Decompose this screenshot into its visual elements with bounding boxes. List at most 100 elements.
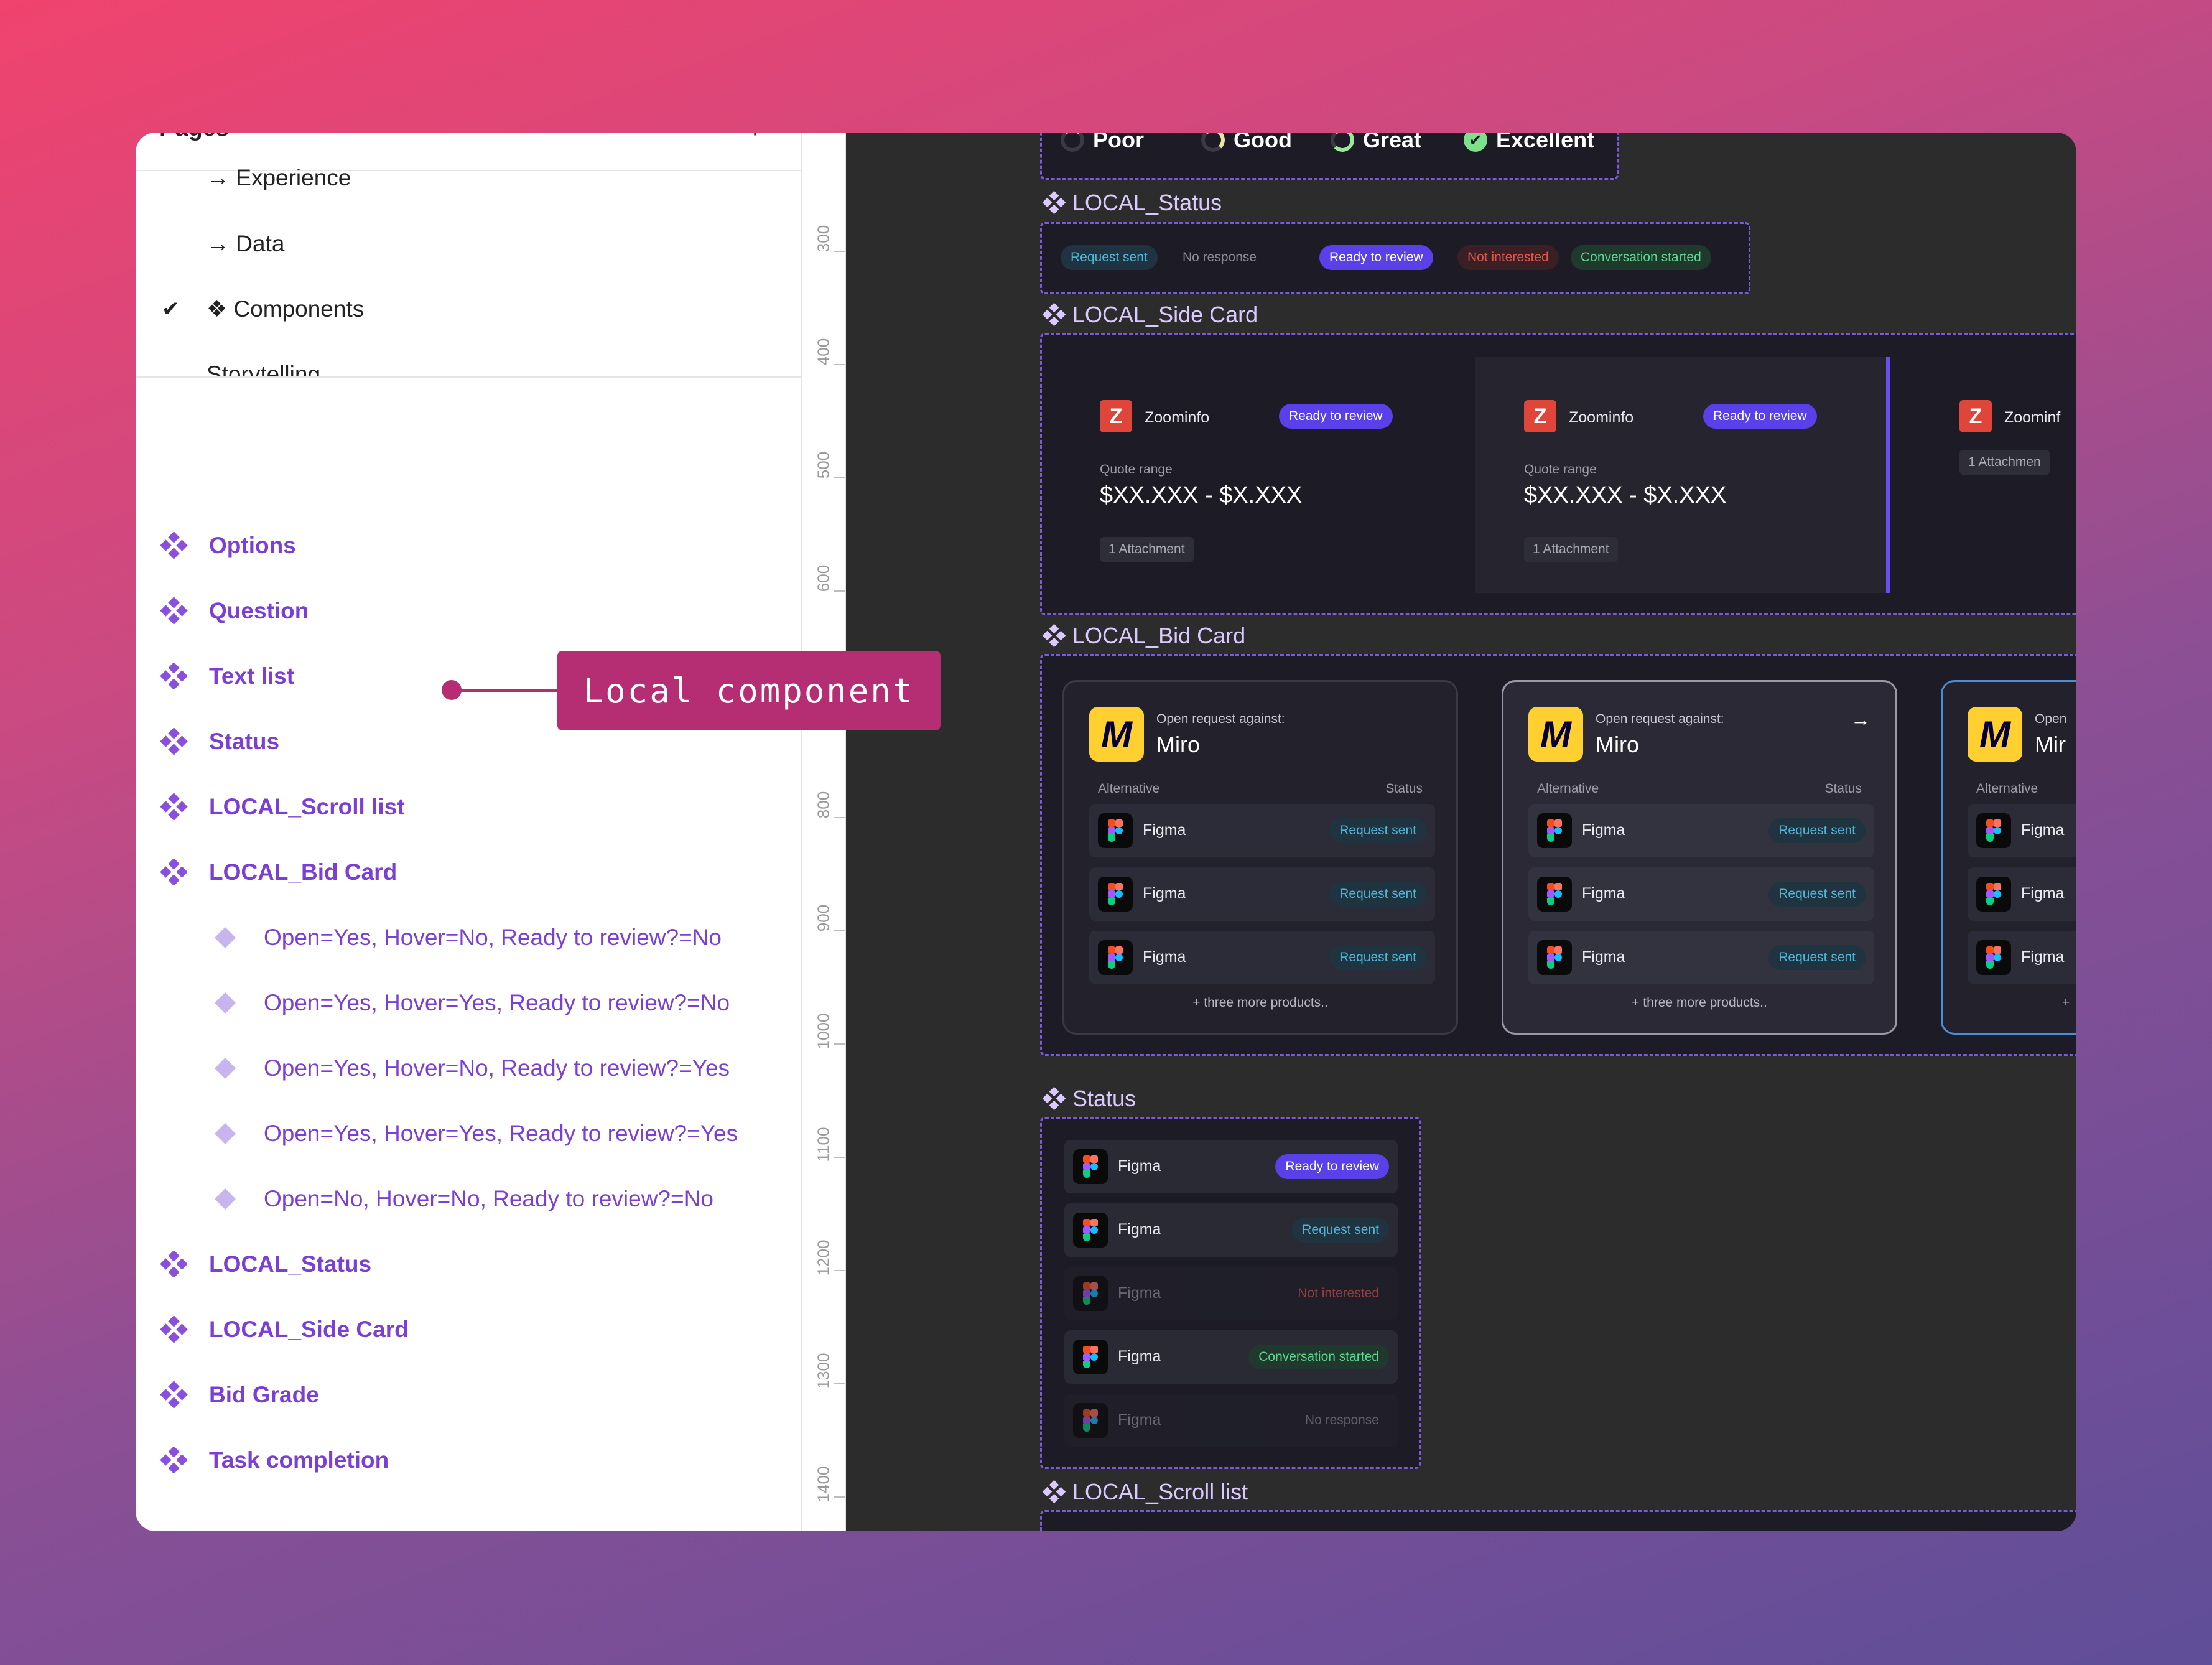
- ruler-tick: [834, 930, 845, 931]
- layer-item-local-status[interactable]: LOCAL_Status: [160, 1246, 371, 1283]
- layer-item-local-side-card[interactable]: LOCAL_Side Card: [160, 1311, 409, 1348]
- quote-label: Quote range: [1100, 462, 1173, 477]
- add-page-button[interactable]: +: [747, 133, 763, 144]
- design-canvas[interactable]: Poor Good Great ✔ Excellent LOCAL_Status …: [846, 133, 2076, 1531]
- status-frame[interactable]: Figma Ready to review Figma Request sent…: [1040, 1117, 1421, 1469]
- layer-item-task-completion[interactable]: Task completion: [160, 1442, 389, 1479]
- bid-grade-frame[interactable]: Poor Good Great ✔ Excellent: [1040, 133, 1619, 180]
- more-products-link[interactable]: + three more products..: [1503, 996, 1895, 1010]
- alternative-name: Figma: [1143, 885, 1186, 902]
- local-status-frame[interactable]: Request sent No response Ready to review…: [1040, 222, 1750, 294]
- status-pill: Request sent: [1768, 945, 1866, 970]
- status-pill: No response: [1304, 1413, 1379, 1427]
- status-pill: Request sent: [1768, 818, 1866, 843]
- status-row[interactable]: Figma Conversation started: [1064, 1330, 1398, 1384]
- layer-item-status[interactable]: Status: [160, 723, 279, 760]
- page-item-storytelling[interactable]: Storytelling: [207, 361, 320, 376]
- selection-bar: [1886, 357, 1890, 593]
- status-pill: Conversation started: [1571, 245, 1711, 270]
- page-item-experience[interactable]: → Experience: [207, 165, 351, 191]
- scroll-list-frame[interactable]: [1040, 1510, 2076, 1531]
- side-card-hover[interactable]: Z Zoominfo Ready to review Quote range $…: [1475, 357, 1890, 593]
- figma-logo-icon: [1537, 877, 1572, 912]
- arrow-right-icon[interactable]: →: [1851, 708, 1870, 731]
- column-header-alternative: Alternative: [1098, 781, 1160, 796]
- alternative-name: Figma: [1118, 1348, 1161, 1365]
- alternative-name: Figma: [1118, 1284, 1161, 1302]
- alternative-row[interactable]: Figma Request sent: [1089, 931, 1435, 984]
- alternative-row[interactable]: Figma: [1968, 867, 2076, 921]
- more-products-link[interactable]: + three more products..: [1064, 996, 1456, 1010]
- frame-label-local-status[interactable]: LOCAL_Status: [1042, 190, 1222, 216]
- frame-label-local-bid-card[interactable]: LOCAL_Bid Card: [1042, 623, 1245, 649]
- status-pill: Not interested: [1457, 245, 1559, 270]
- alternative-row[interactable]: Figma Request sent: [1528, 804, 1874, 857]
- ruler-label: 1000: [814, 1013, 833, 1050]
- layer-item-options[interactable]: Options: [160, 527, 296, 564]
- variant-item[interactable]: Open=Yes, Hover=No, Ready to review?=No: [213, 919, 722, 956]
- layer-label: Text list: [209, 663, 295, 689]
- layer-item-local-bid-card[interactable]: LOCAL_Bid Card: [160, 854, 397, 891]
- more-products-link[interactable]: +: [2062, 996, 2070, 1010]
- ruler-tick: [834, 1383, 845, 1384]
- open-request-label: Open: [2035, 712, 2067, 726]
- component-icon: [160, 597, 188, 625]
- variant-icon: [215, 1058, 236, 1079]
- alternative-name: Figma: [1143, 821, 1186, 839]
- ruler-label: 1200: [814, 1239, 833, 1276]
- side-card-partial[interactable]: Z Zoominf 1 Attachmen: [1911, 357, 2076, 593]
- status-row[interactable]: Figma No response: [1064, 1394, 1398, 1447]
- status-pill: Not interested: [1298, 1286, 1379, 1300]
- layer-item-text-list[interactable]: Text list: [160, 658, 295, 695]
- frame-label-local-side-card[interactable]: LOCAL_Side Card: [1042, 302, 1258, 328]
- variant-label: Open=Yes, Hover=No, Ready to review?=No: [264, 925, 722, 950]
- layer-label: LOCAL_Scroll list: [209, 794, 405, 819]
- attachment-chip[interactable]: 1 Attachment: [1100, 537, 1194, 562]
- frame-title: Status: [1072, 1086, 1136, 1111]
- alternative-row[interactable]: Figma: [1968, 931, 2076, 984]
- variant-item[interactable]: Open=Yes, Hover=Yes, Ready to review?=Ye…: [213, 1115, 738, 1152]
- variant-item[interactable]: Open=Yes, Hover=Yes, Ready to review?=No: [213, 984, 730, 1022]
- ruler-tick: [834, 1157, 845, 1158]
- frame-label-local-scroll-list[interactable]: LOCAL_Scroll list: [1042, 1479, 1248, 1505]
- frame-label-status[interactable]: Status: [1042, 1086, 1136, 1112]
- column-header-status: Status: [1385, 781, 1423, 796]
- component-icon: [1042, 1480, 1066, 1504]
- alternative-row[interactable]: Figma: [1968, 804, 2076, 857]
- layer-item-question[interactable]: Question: [160, 592, 309, 630]
- status-row[interactable]: Figma Ready to review: [1064, 1140, 1398, 1193]
- page-item-components[interactable]: ❖ Components: [207, 296, 364, 322]
- alternative-name: Figma: [1582, 821, 1625, 839]
- component-icon: [1042, 1086, 1066, 1111]
- alternative-row[interactable]: Figma Request sent: [1089, 804, 1435, 857]
- ruler-label: 300: [814, 225, 833, 253]
- alternative-row[interactable]: Figma Request sent: [1089, 867, 1435, 921]
- figma-logo-icon: [1073, 1213, 1108, 1248]
- status-pill: Ready to review: [1703, 404, 1817, 429]
- alternative-row[interactable]: Figma Request sent: [1528, 931, 1874, 984]
- ruler-tick: [834, 251, 845, 252]
- frame-title: LOCAL_Scroll list: [1072, 1479, 1248, 1504]
- bid-card-selected[interactable]: M Open Mir Alternative Figma Figma Figma…: [1941, 680, 2076, 1035]
- attachment-chip[interactable]: 1 Attachmen: [1959, 450, 2050, 475]
- bid-card-hover[interactable]: M Open request against: Miro → Alternati…: [1502, 680, 1897, 1035]
- page-item-data[interactable]: → Data: [207, 231, 284, 257]
- ruler-tick: [834, 364, 845, 365]
- attachment-chip[interactable]: 1 Attachment: [1524, 537, 1618, 562]
- zoominfo-logo-icon: Z: [1524, 400, 1556, 432]
- check-circle-icon: ✔: [1464, 133, 1487, 152]
- variant-item[interactable]: Open=Yes, Hover=No, Ready to review?=Yes: [213, 1050, 730, 1087]
- status-row[interactable]: Figma Not interested: [1064, 1267, 1398, 1320]
- layer-item-local-scroll-list[interactable]: LOCAL_Scroll list: [160, 788, 405, 826]
- alternative-row[interactable]: Figma Request sent: [1528, 867, 1874, 921]
- frame-title: LOCAL_Status: [1072, 190, 1222, 215]
- ruler-label: 900: [814, 904, 833, 932]
- status-row[interactable]: Figma Request sent: [1064, 1203, 1398, 1257]
- bid-card[interactable]: M Open request against: Miro Alternative…: [1062, 680, 1458, 1035]
- ruler-tick: [834, 817, 845, 818]
- figma-logo-icon: [1098, 813, 1133, 848]
- layer-item-bid-grade[interactable]: Bid Grade: [160, 1376, 319, 1414]
- side-card[interactable]: Z Zoominfo Ready to review Quote range $…: [1051, 357, 1462, 593]
- variant-item[interactable]: Open=No, Hover=No, Ready to review?=No: [213, 1180, 713, 1218]
- layers-list: Options Question Text list Status LOCAL_…: [136, 378, 801, 1531]
